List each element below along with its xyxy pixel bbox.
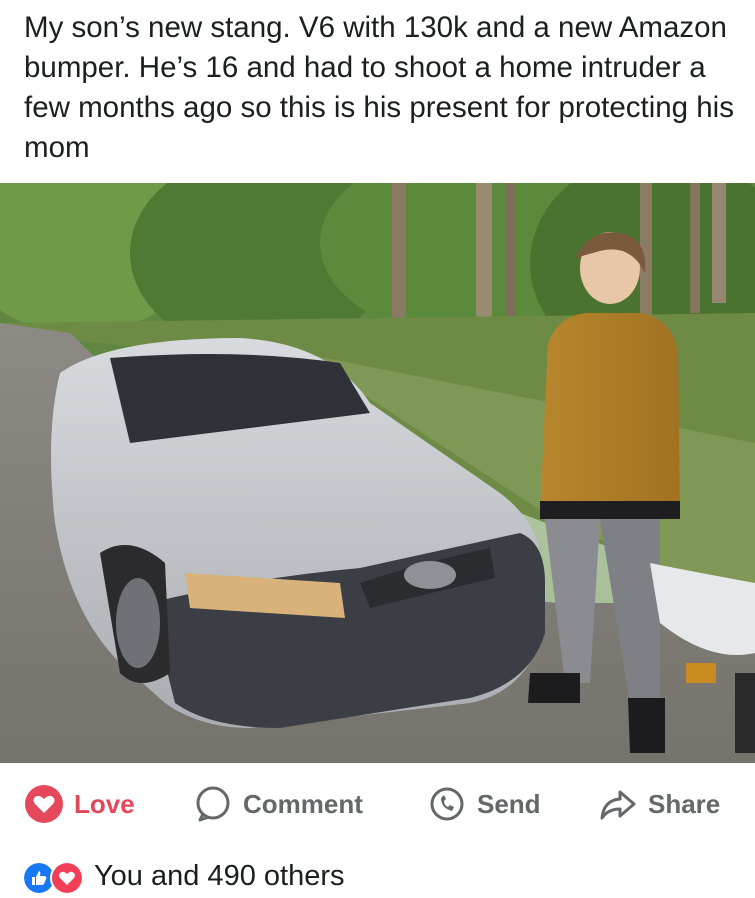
love-label: Love xyxy=(74,788,135,819)
comment-label: Comment xyxy=(243,788,363,819)
whatsapp-send-icon xyxy=(430,787,464,821)
photo-scene xyxy=(0,183,755,763)
reaction-icons xyxy=(22,859,88,895)
post-photo[interactable] xyxy=(0,183,755,763)
send-button[interactable]: Send xyxy=(427,763,541,845)
reactions-count-text: You and 490 others xyxy=(94,859,345,892)
comment-icon xyxy=(196,786,230,822)
love-reaction-icon xyxy=(50,861,84,895)
comment-button[interactable]: Comment xyxy=(193,763,363,845)
post-text: My son’s new stang. V6 with 130k and a n… xyxy=(24,11,734,164)
reactions-summary[interactable]: You and 490 others xyxy=(22,856,344,896)
share-button[interactable]: Share xyxy=(598,763,720,845)
share-icon xyxy=(600,790,636,820)
share-label: Share xyxy=(648,788,721,819)
send-label: Send xyxy=(477,788,541,819)
love-button[interactable]: Love xyxy=(24,763,135,845)
love-icon xyxy=(25,785,63,823)
post-actions-bar: Love Comment Send Share xyxy=(0,763,755,845)
